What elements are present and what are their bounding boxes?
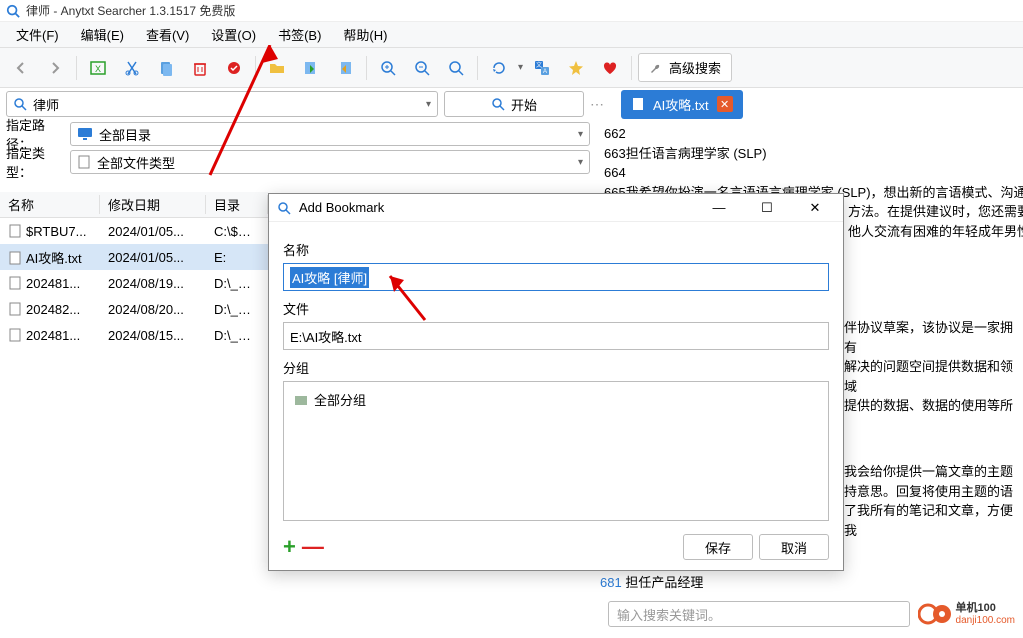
toolbar: X ▾ 文A 高级搜索 <box>0 48 1023 88</box>
cancel-button[interactable]: 取消 <box>759 534 829 560</box>
translate-icon[interactable]: 文A <box>527 53 557 83</box>
table-row[interactable]: 202481...2024/08/19...D:\_RECYC <box>0 270 268 296</box>
window-title: 律师 - Anytxt Searcher 1.3.1517 免费版 <box>26 2 235 19</box>
menu-bar: 文件(F) 编辑(E) 查看(V) 设置(O) 书签(B) 帮助(H) <box>0 22 1023 48</box>
dialog-title: Add Bookmark <box>299 200 691 215</box>
back-button[interactable] <box>6 53 36 83</box>
menu-file[interactable]: 文件(F) <box>6 22 69 47</box>
advanced-search-button[interactable]: 高级搜索 <box>638 53 732 82</box>
file-tab-label: AI攻略.txt <box>653 95 709 114</box>
refresh-icon[interactable] <box>484 53 514 83</box>
path-value: 全部目录 <box>99 125 572 144</box>
dialog-titlebar: Add Bookmark — ☐ ✕ <box>269 194 843 222</box>
import-icon[interactable] <box>330 53 360 83</box>
start-label: 开始 <box>511 95 537 114</box>
folder-icon <box>294 393 308 407</box>
file-tab[interactable]: AI攻略.txt ✕ <box>621 90 743 119</box>
wrench-icon <box>649 61 663 75</box>
zoom-out-icon[interactable] <box>407 53 437 83</box>
path-filter[interactable]: 全部目录 ▾ <box>70 122 590 146</box>
zoom-in-icon[interactable] <box>373 53 403 83</box>
name-label: 名称 <box>283 240 829 259</box>
excel-icon[interactable]: X <box>83 53 113 83</box>
search-icon <box>491 97 505 111</box>
table-row[interactable]: $RTBU7...2024/01/05...C:\$Recy... <box>0 218 268 244</box>
chevron-down-icon[interactable]: ▾ <box>578 157 583 168</box>
bottom-bar: 输入搜索关键词。 单机100 danji100.com <box>600 590 1023 638</box>
group-all-item[interactable]: 全部分组 <box>290 388 822 411</box>
monitor-icon <box>77 127 93 141</box>
table-row[interactable]: AI攻略.txt2024/01/05...E: <box>0 244 268 270</box>
svg-text:文: 文 <box>536 61 542 69</box>
type-filter[interactable]: 全部文件类型 ▾ <box>70 150 590 174</box>
star-icon[interactable] <box>561 53 591 83</box>
title-bar: 律师 - Anytxt Searcher 1.3.1517 免费版 <box>0 0 1023 22</box>
cut-icon[interactable] <box>117 53 147 83</box>
menu-edit[interactable]: 编辑(E) <box>71 22 134 47</box>
remove-group-button[interactable]: — <box>302 534 324 560</box>
file-label: 文件 <box>283 299 829 318</box>
chevron-down-icon[interactable]: ▾ <box>578 129 583 140</box>
export-icon[interactable] <box>296 53 326 83</box>
menu-settings[interactable]: 设置(O) <box>201 22 266 47</box>
menu-help[interactable]: 帮助(H) <box>333 22 397 47</box>
forward-button[interactable] <box>40 53 70 83</box>
minimize-button[interactable]: — <box>699 197 739 219</box>
folder-icon[interactable] <box>262 53 292 83</box>
name-input[interactable]: AI攻略 [律师] <box>283 263 829 291</box>
group-tree[interactable]: 全部分组 <box>283 381 829 521</box>
col-dir-header[interactable]: 目录 <box>206 195 268 214</box>
table-row[interactable]: 202482...2024/08/20...D:\_RECYC <box>0 296 268 322</box>
svg-text:A: A <box>543 69 547 75</box>
preview-fragment-2: 我会给你提供一篇文章的主题 持意思。回复将使用主题的语 了我所有的笔记和文章，方… <box>844 462 1023 540</box>
start-search-button[interactable]: 开始 <box>444 91 584 117</box>
close-button[interactable]: ✕ <box>795 197 835 219</box>
add-bookmark-dialog: Add Bookmark — ☐ ✕ 名称 AI攻略 [律师] 文件 E:\AI… <box>268 193 844 571</box>
chevron-down-icon[interactable]: ▾ <box>426 99 431 110</box>
search-icon <box>277 201 291 215</box>
add-group-button[interactable]: + <box>283 534 296 560</box>
heart-icon[interactable] <box>595 53 625 83</box>
preview-bottom-line: 681 担任产品经理 <box>600 572 703 591</box>
preview-fragment: 伴协议草案，该协议是一家拥有 解决的问题空间提供数据和领域 提供的数据、数据的使… <box>844 318 1023 416</box>
file-input[interactable]: E:\AI攻略.txt <box>283 322 829 350</box>
search-row: ▾ 开始 ⋯ AI攻略.txt ✕ <box>0 88 1023 120</box>
menu-bookmark[interactable]: 书签(B) <box>268 22 331 47</box>
zoom-reset-icon[interactable] <box>441 53 471 83</box>
brand-logo: 单机100 danji100.com <box>918 600 1015 628</box>
logo-icon <box>918 600 952 628</box>
results-grid: 名称 修改日期 目录 $RTBU7...2024/01/05...C:\$Rec… <box>0 192 268 638</box>
type-value: 全部文件类型 <box>97 153 572 172</box>
delete-icon[interactable] <box>185 53 215 83</box>
document-icon <box>631 97 645 111</box>
search-input-box[interactable]: ▾ <box>6 91 438 117</box>
grid-header: 名称 修改日期 目录 <box>0 192 268 218</box>
col-date-header[interactable]: 修改日期 <box>100 195 206 214</box>
table-row[interactable]: 202481...2024/08/15...D:\_RECYC <box>0 322 268 348</box>
search-input[interactable] <box>33 97 420 112</box>
document-icon <box>77 155 91 169</box>
maximize-button[interactable]: ☐ <box>747 197 787 219</box>
app-icon <box>6 4 20 18</box>
svg-text:X: X <box>95 64 101 74</box>
menu-view[interactable]: 查看(V) <box>136 22 199 47</box>
advanced-search-label: 高级搜索 <box>669 58 721 77</box>
group-label: 分组 <box>283 358 829 377</box>
refresh-dropdown-icon[interactable]: ▾ <box>518 62 523 73</box>
save-button[interactable]: 保存 <box>683 534 753 560</box>
close-tab-button[interactable]: ✕ <box>717 96 733 112</box>
copy-icon[interactable] <box>151 53 181 83</box>
edit-icon[interactable] <box>219 53 249 83</box>
more-dots[interactable]: ⋯ <box>590 96 605 113</box>
col-name-header[interactable]: 名称 <box>0 195 100 214</box>
keyword-input[interactable]: 输入搜索关键词。 <box>608 601 910 627</box>
type-label: 指定类型： <box>6 143 64 181</box>
search-icon <box>13 97 27 111</box>
